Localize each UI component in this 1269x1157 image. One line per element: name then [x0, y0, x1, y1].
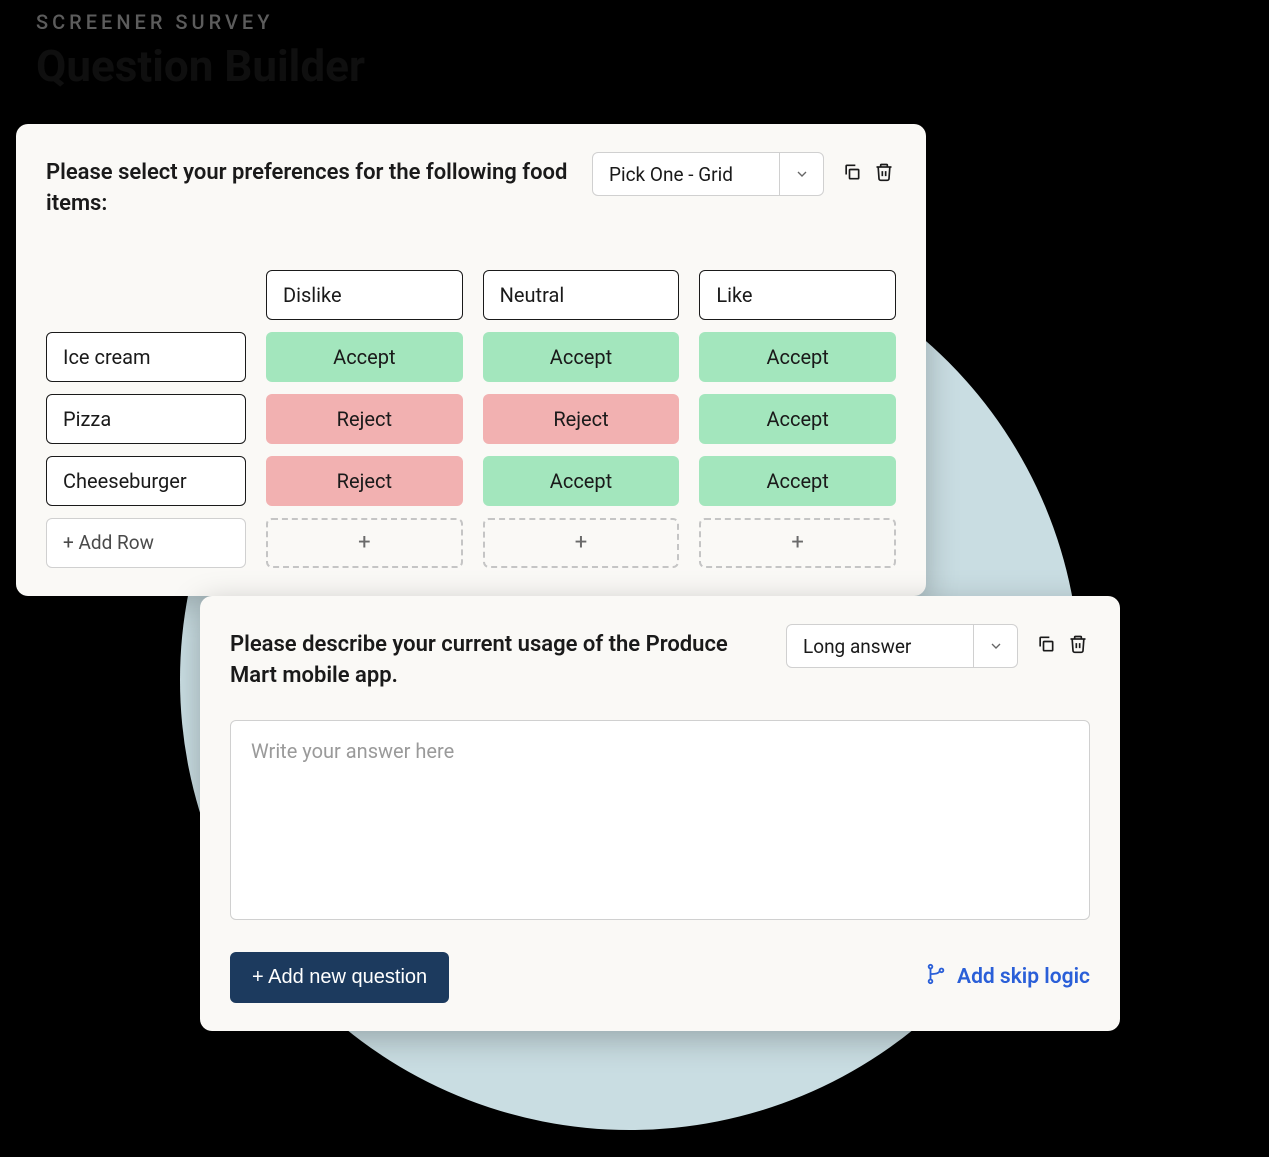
trash-icon[interactable] — [872, 160, 896, 184]
column-header[interactable]: Like — [699, 270, 896, 320]
duplicate-icon[interactable] — [1034, 632, 1058, 656]
question-type-select[interactable]: Pick One - Grid — [592, 152, 824, 196]
question-text: Please select your preferences for the f… — [46, 152, 576, 220]
question-card-long-answer: Please describe your current usage of th… — [200, 596, 1120, 1031]
logic-cell-reject[interactable]: Reject — [483, 394, 680, 444]
grid-corner-empty — [46, 270, 246, 320]
grid-question-matrix: Dislike Neutral Like Ice cream Accept Ac… — [46, 270, 896, 568]
trash-icon[interactable] — [1066, 632, 1090, 656]
page-header: SCREENER SURVEY Question Builder — [36, 10, 365, 92]
select-label: Long answer — [787, 625, 973, 667]
add-skip-logic-link[interactable]: Add skip logic — [925, 963, 1090, 991]
duplicate-icon[interactable] — [840, 160, 864, 184]
section-eyebrow: SCREENER SURVEY — [36, 10, 365, 34]
question-type-select[interactable]: Long answer — [786, 624, 1018, 668]
question-card-grid: Please select your preferences for the f… — [16, 124, 926, 596]
chevron-down-icon — [779, 153, 823, 195]
logic-cell-accept[interactable]: Accept — [699, 332, 896, 382]
question-text: Please describe your current usage of th… — [230, 624, 770, 692]
skip-logic-label: Add skip logic — [957, 965, 1090, 989]
column-header[interactable]: Neutral — [483, 270, 680, 320]
select-label: Pick One - Grid — [593, 153, 779, 195]
card-footer: + Add new question Add skip logic — [230, 952, 1090, 1003]
logic-cell-accept[interactable]: Accept — [483, 332, 680, 382]
add-question-button[interactable]: + Add new question — [230, 952, 449, 1003]
column-header[interactable]: Dislike — [266, 270, 463, 320]
long-answer-input[interactable] — [230, 720, 1090, 920]
add-row-button[interactable]: + Add Row — [46, 518, 246, 568]
row-label[interactable]: Cheeseburger — [46, 456, 246, 506]
card-header: Please describe your current usage of th… — [230, 624, 1090, 692]
logic-cell-reject[interactable]: Reject — [266, 394, 463, 444]
branch-icon — [925, 963, 947, 991]
row-label[interactable]: Pizza — [46, 394, 246, 444]
add-cell-button[interactable]: + — [483, 518, 680, 568]
chevron-down-icon — [973, 625, 1017, 667]
card-action-icons — [1034, 624, 1090, 656]
logic-cell-accept[interactable]: Accept — [699, 394, 896, 444]
row-label[interactable]: Ice cream — [46, 332, 246, 382]
add-cell-button[interactable]: + — [699, 518, 896, 568]
logic-cell-reject[interactable]: Reject — [266, 456, 463, 506]
card-header: Please select your preferences for the f… — [46, 152, 896, 220]
add-cell-button[interactable]: + — [266, 518, 463, 568]
card-action-icons — [840, 152, 896, 184]
logic-cell-accept[interactable]: Accept — [699, 456, 896, 506]
logic-cell-accept[interactable]: Accept — [483, 456, 680, 506]
logic-cell-accept[interactable]: Accept — [266, 332, 463, 382]
page-title: Question Builder — [36, 40, 365, 92]
